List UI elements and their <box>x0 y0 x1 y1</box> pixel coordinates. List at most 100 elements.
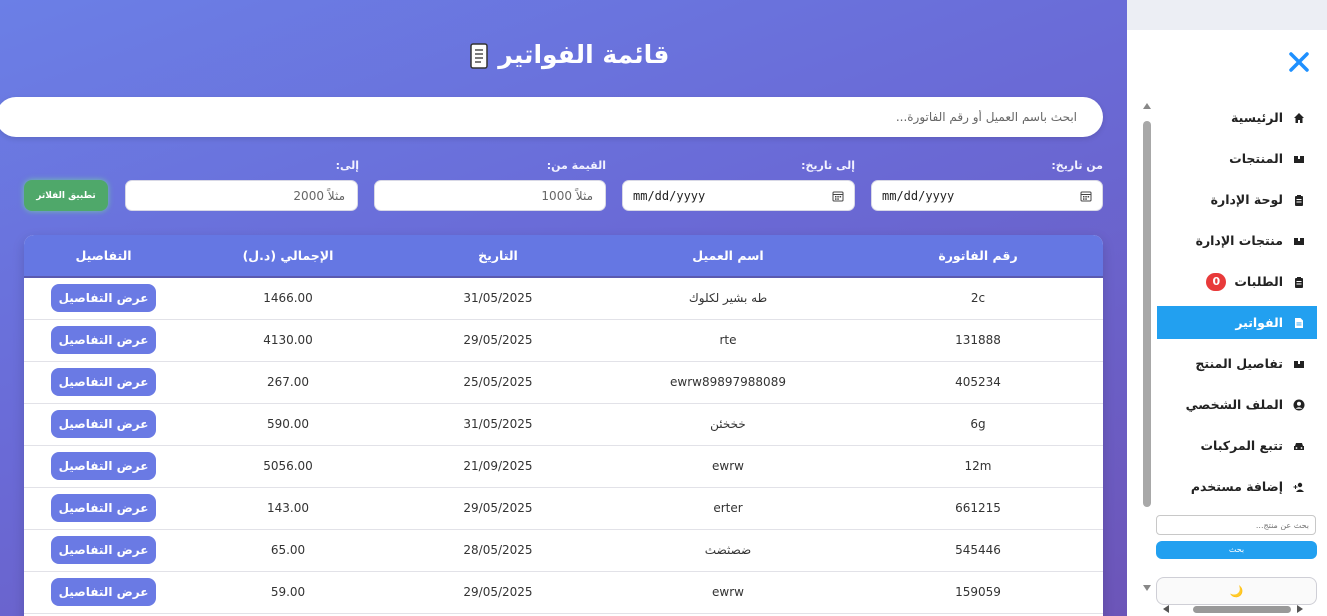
scroll-up-arrow[interactable] <box>1143 103 1151 109</box>
car-icon <box>1294 442 1304 450</box>
cell-customer: ewrw89897988089 <box>670 375 786 389</box>
sidebar: الرئيسية المنتجات لوحة الإدارة منتجات ال… <box>1127 30 1327 616</box>
cell-total: 267.00 <box>267 375 309 389</box>
table-row: 405234 ewrw89897988089 25/05/2025 267.00… <box>24 361 1103 403</box>
sidebar-item-admin-dashboard[interactable]: لوحة الإدارة <box>1157 183 1317 216</box>
cell-details: عرض التفاصيل <box>24 571 183 613</box>
cell-customer: ضصثضث <box>704 543 752 557</box>
cell-date: 29/05/2025 <box>463 501 533 515</box>
min-value-field[interactable]: مثلاً 1000 <box>374 180 606 211</box>
sidebar-item-orders[interactable]: الطلبات 0 <box>1157 265 1317 298</box>
view-details-button[interactable]: عرض التفاصيل <box>51 326 156 354</box>
cell-date: 28/05/2025 <box>463 543 533 557</box>
cell-date: 29/05/2025 <box>463 585 533 599</box>
user-circle-icon <box>1293 399 1305 410</box>
clipboard-icon <box>1295 276 1303 288</box>
invoice-search-input[interactable] <box>0 97 1103 137</box>
scroll-left-arrow[interactable] <box>1163 605 1169 613</box>
sidebar-nav: الرئيسية المنتجات لوحة الإدارة منتجات ال… <box>1157 101 1317 511</box>
sidebar-item-profile[interactable]: الملف الشخصي <box>1157 388 1317 421</box>
to-date-field[interactable]: mm/dd/yyyy <box>622 180 855 211</box>
view-details-button[interactable]: عرض التفاصيل <box>51 494 156 522</box>
cell-total: 1466.00 <box>263 291 313 306</box>
cell-total: 65.00 <box>270 543 306 557</box>
sidebar-item-invoices[interactable]: الفواتير <box>1157 306 1317 339</box>
sidebar-item-vehicle-tracking[interactable]: تتبع المركبات <box>1157 429 1317 462</box>
user-plus-icon <box>1293 482 1304 492</box>
max-value-field[interactable]: مثلاً 2000 <box>125 180 358 211</box>
to-date-label: إلى تاريخ: <box>801 159 855 172</box>
cell-date: 31/05/2025 <box>463 291 533 306</box>
sidebar-item-label: تتبع المركبات <box>1200 438 1283 453</box>
cell-total: 143.00 <box>267 501 309 515</box>
scrollbar-thumb[interactable] <box>1143 121 1151 507</box>
home-icon <box>1294 112 1304 123</box>
min-value-placeholder: مثلاً 1000 <box>541 188 593 203</box>
cell-invoice: 405234 <box>955 375 1001 389</box>
from-date-label: من تاريخ: <box>1051 159 1103 172</box>
sidebar-item-label: المنتجات <box>1229 151 1283 166</box>
main-content: قائمة الفواتير من تاريخ: إلى تاريخ: القي… <box>0 0 1127 616</box>
calendar-icon[interactable] <box>1080 190 1092 202</box>
cell-total: 590.00 <box>267 417 309 431</box>
table-row: 545446 ضصثضث 28/05/2025 65.00 عرض التفاص… <box>24 529 1103 571</box>
max-value-label: إلى: <box>335 159 359 172</box>
horizontal-scrollbar-thumb[interactable] <box>1193 606 1291 613</box>
cell-details: عرض التفاصيل <box>24 319 183 361</box>
page-title: قائمة الفواتير <box>0 40 1127 70</box>
sidebar-item-products[interactable]: المنتجات <box>1157 142 1317 175</box>
view-details-button[interactable]: عرض التفاصيل <box>51 284 156 313</box>
cell-details: عرض التفاصيل <box>24 403 183 445</box>
to-date-value: mm/dd/yyyy <box>633 188 706 203</box>
sidebar-item-label: إضافة مستخدم <box>1190 479 1283 494</box>
sidebar-item-label: الطلبات <box>1234 274 1283 289</box>
close-icon[interactable] <box>1287 50 1311 74</box>
sidebar-horizontal-scrollbar[interactable] <box>1163 603 1303 615</box>
table-row: 2c طه بشير لكلوك 31/05/2025 1466.00 عرض … <box>24 277 1103 319</box>
sidebar-item-product-details[interactable]: تفاصيل المنتج <box>1157 347 1317 380</box>
box-icon <box>1294 237 1304 245</box>
table-row: 131888 rte 29/05/2025 4130.00 عرض التفاص… <box>24 319 1103 361</box>
sidebar-item-add-user[interactable]: إضافة مستخدم <box>1157 470 1317 503</box>
cell-customer: rte <box>719 333 737 347</box>
view-details-button[interactable]: عرض التفاصيل <box>51 368 156 396</box>
view-details-button[interactable]: عرض التفاصيل <box>51 578 156 606</box>
view-details-button[interactable]: عرض التفاصيل <box>51 536 156 564</box>
sidebar-item-label: الرئيسية <box>1231 110 1283 125</box>
cell-invoice: 661215 <box>955 501 1001 515</box>
cell-date: 21/09/2025 <box>463 459 533 473</box>
sidebar-scrollbar[interactable] <box>1141 103 1153 593</box>
from-date-field[interactable]: mm/dd/yyyy <box>871 180 1103 211</box>
box-icon <box>1294 360 1304 368</box>
moon-icon: 🌙 <box>1229 585 1244 598</box>
header-customer-name: اسم العميل <box>603 235 853 278</box>
calendar-icon[interactable] <box>832 190 844 202</box>
product-search-button[interactable]: بحث <box>1156 541 1317 559</box>
scroll-down-arrow[interactable] <box>1143 585 1151 591</box>
table-header-row: رقم الفاتورة اسم العميل التاريخ الإجمالي… <box>24 235 1103 278</box>
sidebar-item-home[interactable]: الرئيسية <box>1157 101 1317 134</box>
scroll-right-arrow[interactable] <box>1297 605 1303 613</box>
clipboard-icon <box>1295 194 1303 206</box>
view-details-button[interactable]: عرض التفاصيل <box>51 452 156 480</box>
header-invoice-number: رقم الفاتورة <box>853 235 1103 278</box>
cell-details: عرض التفاصيل <box>24 361 183 403</box>
product-search-input[interactable] <box>1156 515 1316 535</box>
view-details-button[interactable]: عرض التفاصيل <box>51 410 156 438</box>
cell-details: عرض التفاصيل <box>24 487 183 529</box>
cell-date: 29/05/2025 <box>463 333 533 347</box>
sidebar-item-label: منتجات الإدارة <box>1195 233 1283 248</box>
cell-details: عرض التفاصيل <box>24 445 183 487</box>
table-row: 159059 ewrw 29/05/2025 59.00 عرض التفاصي… <box>24 571 1103 613</box>
cell-customer: طه بشير لكلوك <box>688 291 768 306</box>
box-icon <box>1294 155 1304 163</box>
table-row: 6g خخخئن 31/05/2025 590.00 عرض التفاصيل <box>24 403 1103 445</box>
theme-toggle-button[interactable]: 🌙 <box>1156 577 1317 605</box>
table-row: 12m ewrw 21/09/2025 5056.00 عرض التفاصيل <box>24 445 1103 487</box>
header-date: التاريخ <box>393 235 603 278</box>
sidebar-item-label: الملف الشخصي <box>1185 397 1283 412</box>
apply-filters-button[interactable]: تطبيق الفلاتر <box>24 180 108 211</box>
cell-details: عرض التفاصيل <box>24 529 183 571</box>
sidebar-item-admin-products[interactable]: منتجات الإدارة <box>1157 224 1317 257</box>
header-details: التفاصيل <box>24 235 183 278</box>
